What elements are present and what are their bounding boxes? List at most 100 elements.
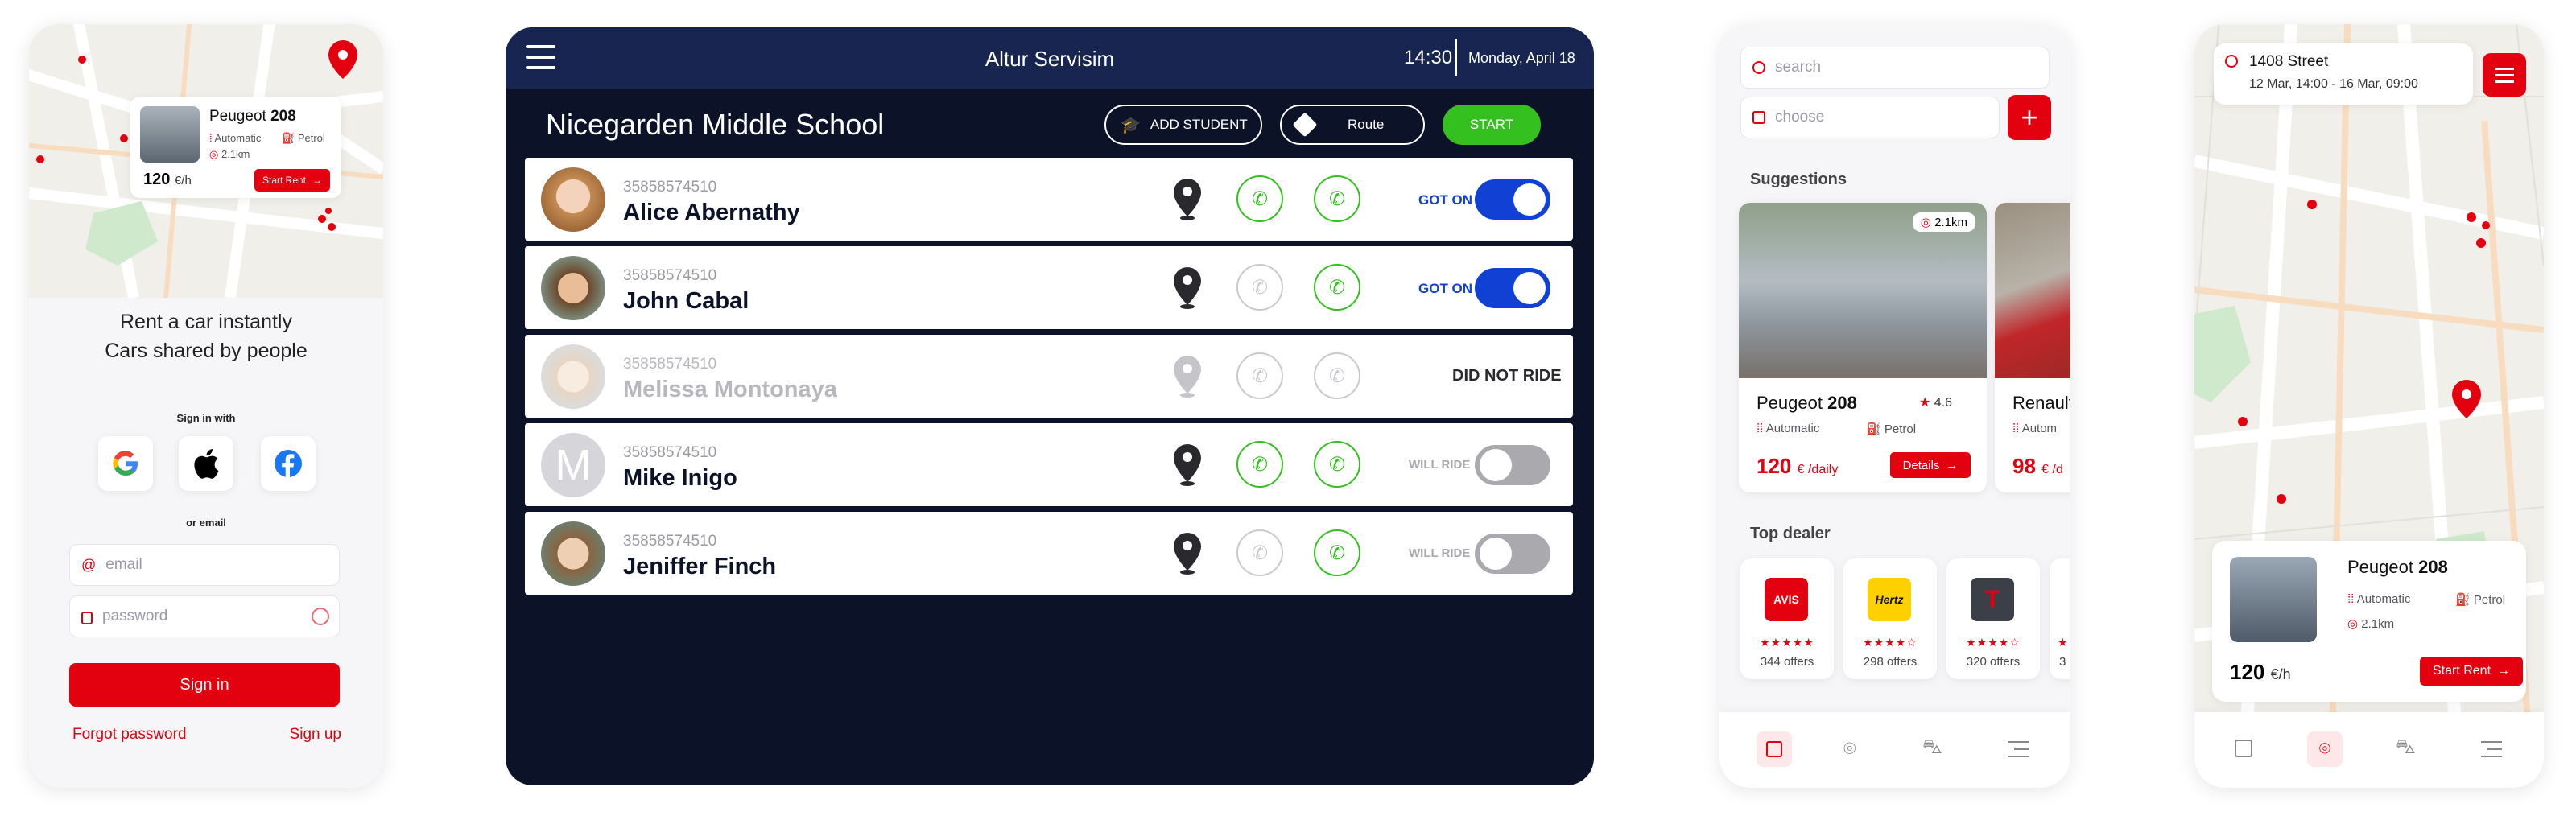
start-label: START [1469, 117, 1514, 132]
nav-menu-icon[interactable] [2008, 741, 2029, 757]
call-parent-button[interactable]: ✆ [1314, 264, 1360, 311]
phone-icon: ✆ [1251, 453, 1269, 476]
phone-group-icon: ✆ [1328, 365, 1346, 387]
fuel-label: Petrol [297, 132, 325, 144]
nav-menu-icon[interactable] [2481, 741, 2502, 757]
nav-car-icon[interactable]: ⛍ [2396, 736, 2416, 760]
dealer-card[interactable]: Hertz ★★★★☆ 298 offers [1843, 558, 1937, 679]
details-button[interactable]: Details → [1890, 452, 1971, 478]
ride-toggle[interactable] [1475, 179, 1550, 220]
dealer-card[interactable]: T ★★★★☆ 320 offers [1946, 558, 2040, 679]
address-card[interactable]: 1408 Street 12 Mar, 14:00 - 16 Mar, 09:0… [2214, 43, 2473, 105]
add-student-label: ADD STUDENT [1150, 117, 1248, 132]
dealer-card[interactable]: ★ 3 [2050, 558, 2070, 679]
facebook-signin-button[interactable] [261, 436, 316, 491]
rating-stars: ★★★★☆ [1966, 636, 2021, 649]
start-rent-button[interactable]: Start Rent → [254, 169, 330, 192]
school-name: Nicegarden Middle School [546, 108, 885, 141]
lock-icon [81, 612, 93, 624]
call-parent-button[interactable]: ✆ [1314, 175, 1360, 222]
choose-input[interactable]: choose [1740, 97, 2000, 138]
add-student-button[interactable]: 🎓 ADD STUDENT [1104, 105, 1262, 145]
ride-toggle[interactable] [1475, 445, 1550, 485]
signup-link[interactable]: Sign up [290, 726, 341, 744]
car-model: Peugeot [1757, 393, 1823, 413]
phone-group-icon: ✆ [1328, 187, 1346, 210]
search-input[interactable]: search [1740, 47, 2050, 89]
student-row[interactable]: 35858574510 Alice Abernathy ✆ ✆ GOT ON [525, 158, 1573, 241]
student-row[interactable]: 35858574510 Jeniffer Finch ✆ ✆ WILL RIDE [525, 512, 1573, 595]
arrow-right-icon: → [1946, 458, 1959, 472]
transmission-label: Automatic [2356, 592, 2411, 606]
call-student-button[interactable]: ✆ [1236, 264, 1283, 311]
student-name: Jeniffer Finch [623, 554, 777, 579]
call-parent-button[interactable]: ✆ [1314, 352, 1360, 399]
call-parent-button[interactable]: ✆ [1314, 441, 1360, 488]
email-placeholder: email [105, 556, 142, 573]
location-pin-icon[interactable] [1174, 356, 1201, 398]
signin-button[interactable]: Sign in [69, 663, 340, 707]
clock: 14:30 [1404, 47, 1453, 68]
calendar-icon [1752, 111, 1765, 124]
or-email-label: or email [186, 517, 226, 529]
call-student-button[interactable]: ✆ [1236, 352, 1283, 399]
location-pin-icon[interactable] [1174, 267, 1201, 309]
nav-home-icon[interactable] [1757, 731, 1792, 767]
call-student-button[interactable]: ✆ [1236, 175, 1283, 222]
phone-icon: ✆ [1251, 187, 1269, 210]
car-number: 208 [270, 108, 296, 125]
gearbox-icon: ⁞⁞ [1757, 422, 1766, 435]
location-pin-icon[interactable] [1174, 533, 1201, 575]
route-button[interactable]: Route [1280, 105, 1425, 145]
location-icon: ◎ [2347, 617, 2362, 631]
car-preview-card[interactable]: Peugeot 208 ⁞⁞ Automatic ⛽ Petrol ◎ 2.1k… [2212, 541, 2526, 702]
distance-label: 2.1km [2361, 617, 2395, 631]
google-signin-button[interactable] [98, 436, 153, 491]
eye-icon[interactable] [312, 608, 329, 625]
signin-label: Sign in [180, 675, 229, 694]
email-field[interactable]: @ email [69, 544, 340, 586]
phone-icon: ✆ [1251, 276, 1269, 299]
student-row[interactable]: 35858574510 Melissa Montonaya ✆ ✆ DID NO… [525, 335, 1573, 418]
header-divider [1455, 39, 1457, 76]
nav-car-icon[interactable]: ⛍ [1922, 736, 1942, 760]
ride-toggle[interactable] [1475, 534, 1550, 574]
phone-group-icon: ✆ [1328, 276, 1346, 299]
car-card[interactable]: ◎ 2.1km Peugeot 208 ★ 4.6 ⁞⁞ Automatic ⛽… [1739, 203, 1987, 492]
dealer-card[interactable]: AVIS ★★★★★ 344 offers [1740, 558, 1834, 679]
call-parent-button[interactable]: ✆ [1314, 529, 1360, 576]
nav-map-icon[interactable]: ⌾ [1843, 736, 1856, 762]
nav-home-icon[interactable] [2235, 740, 2252, 757]
tagline: Rent a car instantly Cars shared by peop… [29, 307, 383, 365]
street-label: 1408 Street [2249, 53, 2329, 70]
car-card[interactable]: Renault ⁞⁞ Autom 98 € /d [1995, 203, 2070, 492]
location-pin-icon[interactable] [1174, 179, 1201, 220]
suggestions-title: Suggestions [1750, 171, 1847, 188]
apple-signin-button[interactable] [179, 436, 233, 491]
student-row[interactable]: 35858574510 John Cabal ✆ ✆ GOT ON [525, 246, 1573, 329]
student-row[interactable]: M 35858574510 Mike Inigo ✆ ✆ WILL RIDE [525, 423, 1573, 506]
tagline-line-2: Cars shared by people [105, 340, 308, 362]
student-id: 35858574510 [623, 356, 717, 373]
start-rent-button[interactable]: Start Rent → [2420, 657, 2523, 686]
car-number: 208 [1827, 393, 1857, 413]
location-pin-icon[interactable] [1174, 444, 1201, 486]
avatar [541, 256, 605, 320]
nav-map-icon[interactable]: ⌾ [2307, 731, 2343, 767]
list-view-button[interactable] [2483, 53, 2526, 97]
phone-group-icon: ✆ [1328, 542, 1346, 564]
car-preview-card[interactable]: Peugeot 208 ⁞ Automatic ⛽ Petrol ◎ 2.1km… [130, 97, 341, 198]
avatar [541, 344, 605, 409]
status-label: GOT ON [1418, 281, 1473, 296]
phone-group-icon: ✆ [1328, 453, 1346, 476]
call-student-button[interactable]: ✆ [1236, 441, 1283, 488]
fuel-label: Petrol [2473, 593, 2506, 607]
bottom-nav: ⌾ ⛍ [1719, 712, 2070, 788]
password-field[interactable]: password [69, 595, 340, 637]
call-student-button[interactable]: ✆ [1236, 529, 1283, 576]
add-button[interactable]: + [2008, 95, 2051, 140]
fuel-icon: ⛽ [2455, 593, 2474, 607]
forgot-password-link[interactable]: Forgot password [72, 726, 187, 744]
start-button[interactable]: START [1443, 105, 1541, 145]
ride-toggle[interactable] [1475, 268, 1550, 308]
